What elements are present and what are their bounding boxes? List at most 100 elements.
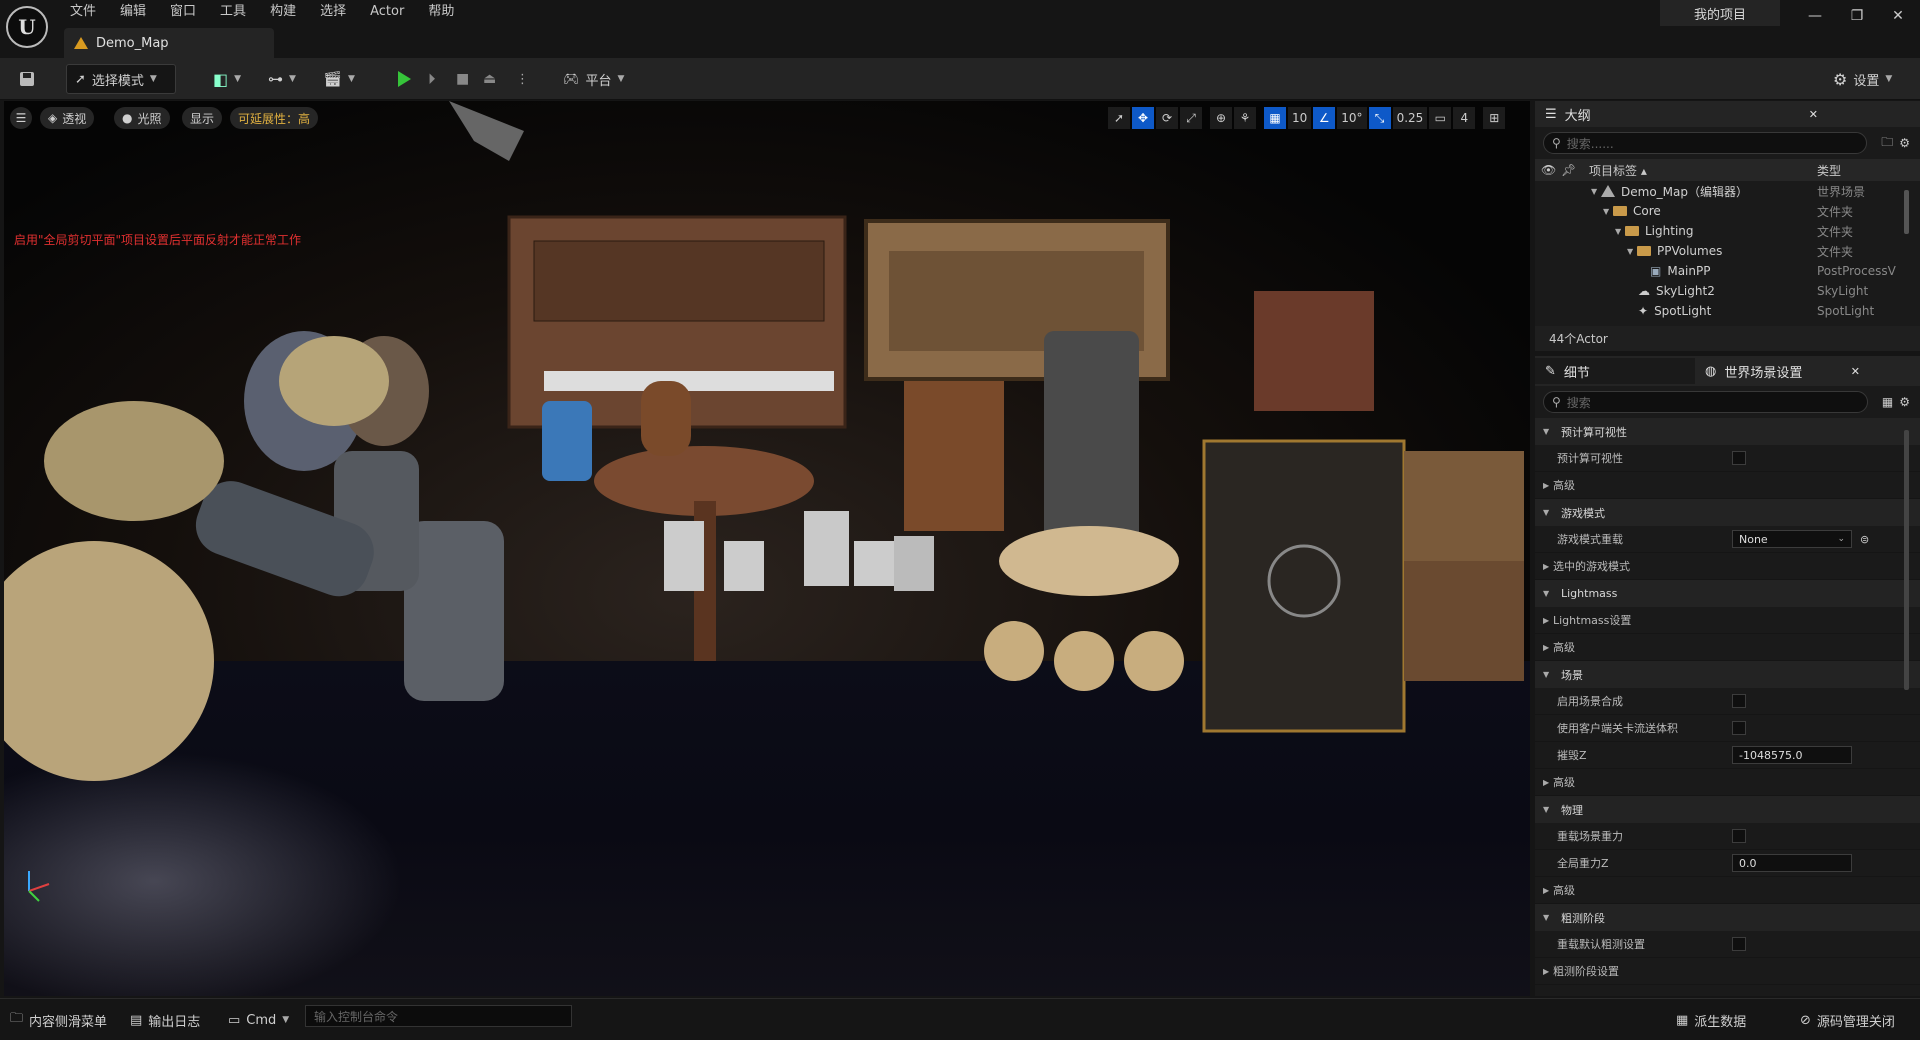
minimize-icon[interactable]: — [1795, 0, 1835, 32]
content-drawer-button[interactable]: 🗀 内容侧滑菜单 [10, 1007, 107, 1033]
menu-edit[interactable]: 编辑 [108, 0, 158, 24]
menu-window[interactable]: 窗口 [158, 0, 208, 24]
play-button[interactable] [390, 64, 419, 94]
tree-row-lighting[interactable]: ▼ Lighting 文件夹 [1535, 221, 1920, 241]
derived-data-button[interactable]: ▦ 派生数据 [1676, 1007, 1746, 1033]
reset-arrow-icon[interactable]: ⊜ [1860, 533, 1869, 546]
tree-row-skylight2[interactable]: ☁︎ SkyLight2 SkyLight [1535, 281, 1920, 301]
category-header[interactable]: ▼ Lightmass [1535, 580, 1920, 607]
add-actor-button[interactable]: ◧ ▼ [205, 64, 249, 94]
rotation-snap-icon[interactable]: ∠ [1313, 107, 1336, 129]
blueprint-button[interactable]: ⊶ ▼ [260, 64, 304, 94]
menu-build[interactable]: 构建 [258, 0, 308, 24]
collapsed-subsection[interactable]: ▶ 高级 [1535, 634, 1920, 661]
expand-arrow-icon[interactable]: ▼ [1543, 670, 1553, 679]
collapsed-subsection[interactable]: ▶ 高级 [1535, 769, 1920, 796]
expand-arrow-icon[interactable]: ▼ [1543, 508, 1553, 517]
close-window-icon[interactable]: ✕ [1878, 0, 1918, 32]
close-tab-icon[interactable]: ✕ [1809, 108, 1818, 121]
collapsed-arrow-icon[interactable]: ▶ [1543, 562, 1553, 571]
property-checkbox[interactable] [1732, 937, 1746, 951]
step-button[interactable]: ⏵︎ [420, 64, 444, 94]
console-command-input[interactable]: 输入控制台命令 [305, 1005, 572, 1027]
outliner-settings-icon[interactable]: ⚙ [1899, 136, 1910, 150]
property-number-input[interactable]: -1048575.0 [1732, 746, 1852, 764]
collapsed-arrow-icon[interactable]: ▶ [1543, 643, 1553, 652]
outliner-search-input[interactable]: ⚲ 搜索...... [1543, 132, 1868, 154]
expand-arrow-icon[interactable]: ▼ [1543, 427, 1553, 436]
tree-row-mainpp[interactable]: ▣ MainPP PostProcessV [1535, 261, 1920, 281]
pin-icon[interactable]: 📌︎ [1555, 163, 1576, 177]
category-header[interactable]: ▼ 粗测阶段 [1535, 904, 1920, 931]
collapsed-subsection[interactable]: ▶ 高级 [1535, 472, 1920, 499]
column-type[interactable]: 类型 [1817, 162, 1841, 179]
scale-tool-icon[interactable]: ⤢ [1180, 107, 1202, 129]
output-log-button[interactable]: ▤ 输出日志 [130, 1007, 200, 1033]
lighting-mode-button[interactable]: ● 光照 [114, 107, 170, 129]
table-view-icon[interactable]: ▦ [1882, 395, 1893, 409]
outliner-scrollbar[interactable] [1904, 190, 1909, 234]
category-header[interactable]: ▼ 预计算可视性 [1535, 418, 1920, 445]
column-item-label[interactable]: 项目标签 ▴ [1575, 162, 1647, 179]
tree-row-demo-map[interactable]: ▼ Demo_Map（编辑器） 世界场景 [1535, 181, 1920, 201]
play-options-button[interactable]: ⋮ [508, 64, 537, 94]
close-tab-icon[interactable]: ✕ [1851, 365, 1860, 378]
add-folder-icon[interactable]: 🗀 [1881, 133, 1893, 154]
grid-snap-value[interactable]: 10 [1288, 107, 1312, 129]
tab-demo-map[interactable]: Demo_Map [64, 28, 274, 58]
expand-arrow-icon[interactable]: ▼ [1543, 805, 1553, 814]
tab-world-settings[interactable]: ◍ 世界场景设置 ✕ [1695, 358, 1870, 384]
expand-arrow-icon[interactable]: ▼ [1603, 207, 1613, 216]
translate-tool-icon[interactable]: ✥ [1132, 107, 1154, 129]
menu-tools[interactable]: 工具 [208, 0, 258, 24]
details-search-input[interactable]: ⚲ 搜索 [1543, 391, 1868, 413]
platforms-dropdown[interactable]: 🎮︎ 平台 ▼ [555, 64, 632, 94]
cmd-dropdown[interactable]: ▭ Cmd ▼ [228, 1007, 289, 1033]
property-checkbox[interactable] [1732, 829, 1746, 843]
property-number-input[interactable]: 0.0 [1732, 854, 1852, 872]
expand-arrow-icon[interactable]: ▼ [1627, 247, 1637, 256]
menu-file[interactable]: 文件 [58, 0, 108, 24]
menu-help[interactable]: 帮助 [416, 0, 466, 24]
source-control-button[interactable]: ⊘ 源码管理关闭 [1800, 1007, 1895, 1033]
details-scrollbar[interactable] [1904, 430, 1909, 690]
category-header[interactable]: ▼ 游戏模式 [1535, 499, 1920, 526]
collapsed-arrow-icon[interactable]: ▶ [1543, 967, 1553, 976]
details-settings-icon[interactable]: ⚙ [1899, 395, 1910, 409]
rotate-tool-icon[interactable]: ⟳ [1156, 107, 1178, 129]
world-coordinate-icon[interactable]: ⊕ [1210, 107, 1232, 129]
cinematics-button[interactable]: 🎬︎ ▼ [315, 64, 363, 94]
collapsed-arrow-icon[interactable]: ▶ [1543, 886, 1553, 895]
collapsed-subsection[interactable]: ▶ 粗测阶段设置 [1535, 958, 1920, 985]
save-icon[interactable] [10, 64, 44, 94]
collapsed-subsection[interactable]: ▶ 选中的游戏模式 [1535, 553, 1920, 580]
rotation-snap-value[interactable]: 10° [1337, 107, 1367, 129]
expand-arrow-icon[interactable]: ▼ [1543, 589, 1553, 598]
scale-snap-value[interactable]: 0.25 [1392, 107, 1428, 129]
expand-arrow-icon[interactable]: ▼ [1543, 913, 1553, 922]
select-mode-dropdown[interactable]: ➚ 选择模式 ▼ [66, 64, 176, 94]
tab-outliner[interactable]: ☰ 大纲 ✕ [1535, 101, 1920, 127]
collapsed-subsection[interactable]: ▶ 高级 [1535, 877, 1920, 904]
project-name[interactable]: 我的项目 [1660, 0, 1780, 26]
collapsed-arrow-icon[interactable]: ▶ [1543, 481, 1553, 490]
property-checkbox[interactable] [1732, 451, 1746, 465]
collapsed-arrow-icon[interactable]: ▶ [1543, 616, 1553, 625]
menu-select[interactable]: 选择 [308, 0, 358, 24]
tree-row-core[interactable]: ▼ Core 文件夹 [1535, 201, 1920, 221]
expand-arrow-icon[interactable]: ▼ [1615, 227, 1625, 236]
tree-row-spotlight[interactable]: ✦ SpotLight SpotLight [1535, 301, 1920, 321]
show-button[interactable]: 显示 [182, 107, 223, 129]
property-checkbox[interactable] [1732, 694, 1746, 708]
tab-details[interactable]: ✎ 细节 [1535, 358, 1695, 384]
tree-row-ppvolumes[interactable]: ▼ PPVolumes 文件夹 [1535, 241, 1920, 261]
restore-icon[interactable]: ❐ [1837, 0, 1877, 32]
visibility-eye-icon[interactable]: 👁︎ [1535, 163, 1556, 177]
eject-button[interactable]: ⏏ [475, 64, 504, 94]
unreal-logo-icon[interactable]: U [6, 6, 48, 48]
scale-snap-icon[interactable]: ⤡ [1368, 107, 1391, 129]
perspective-button[interactable]: ◈ 透视 [40, 107, 95, 129]
select-tool-icon[interactable]: ➚ [1108, 107, 1130, 129]
menu-actor[interactable]: Actor [358, 0, 416, 24]
camera-speed-value[interactable]: 4 [1453, 107, 1476, 129]
